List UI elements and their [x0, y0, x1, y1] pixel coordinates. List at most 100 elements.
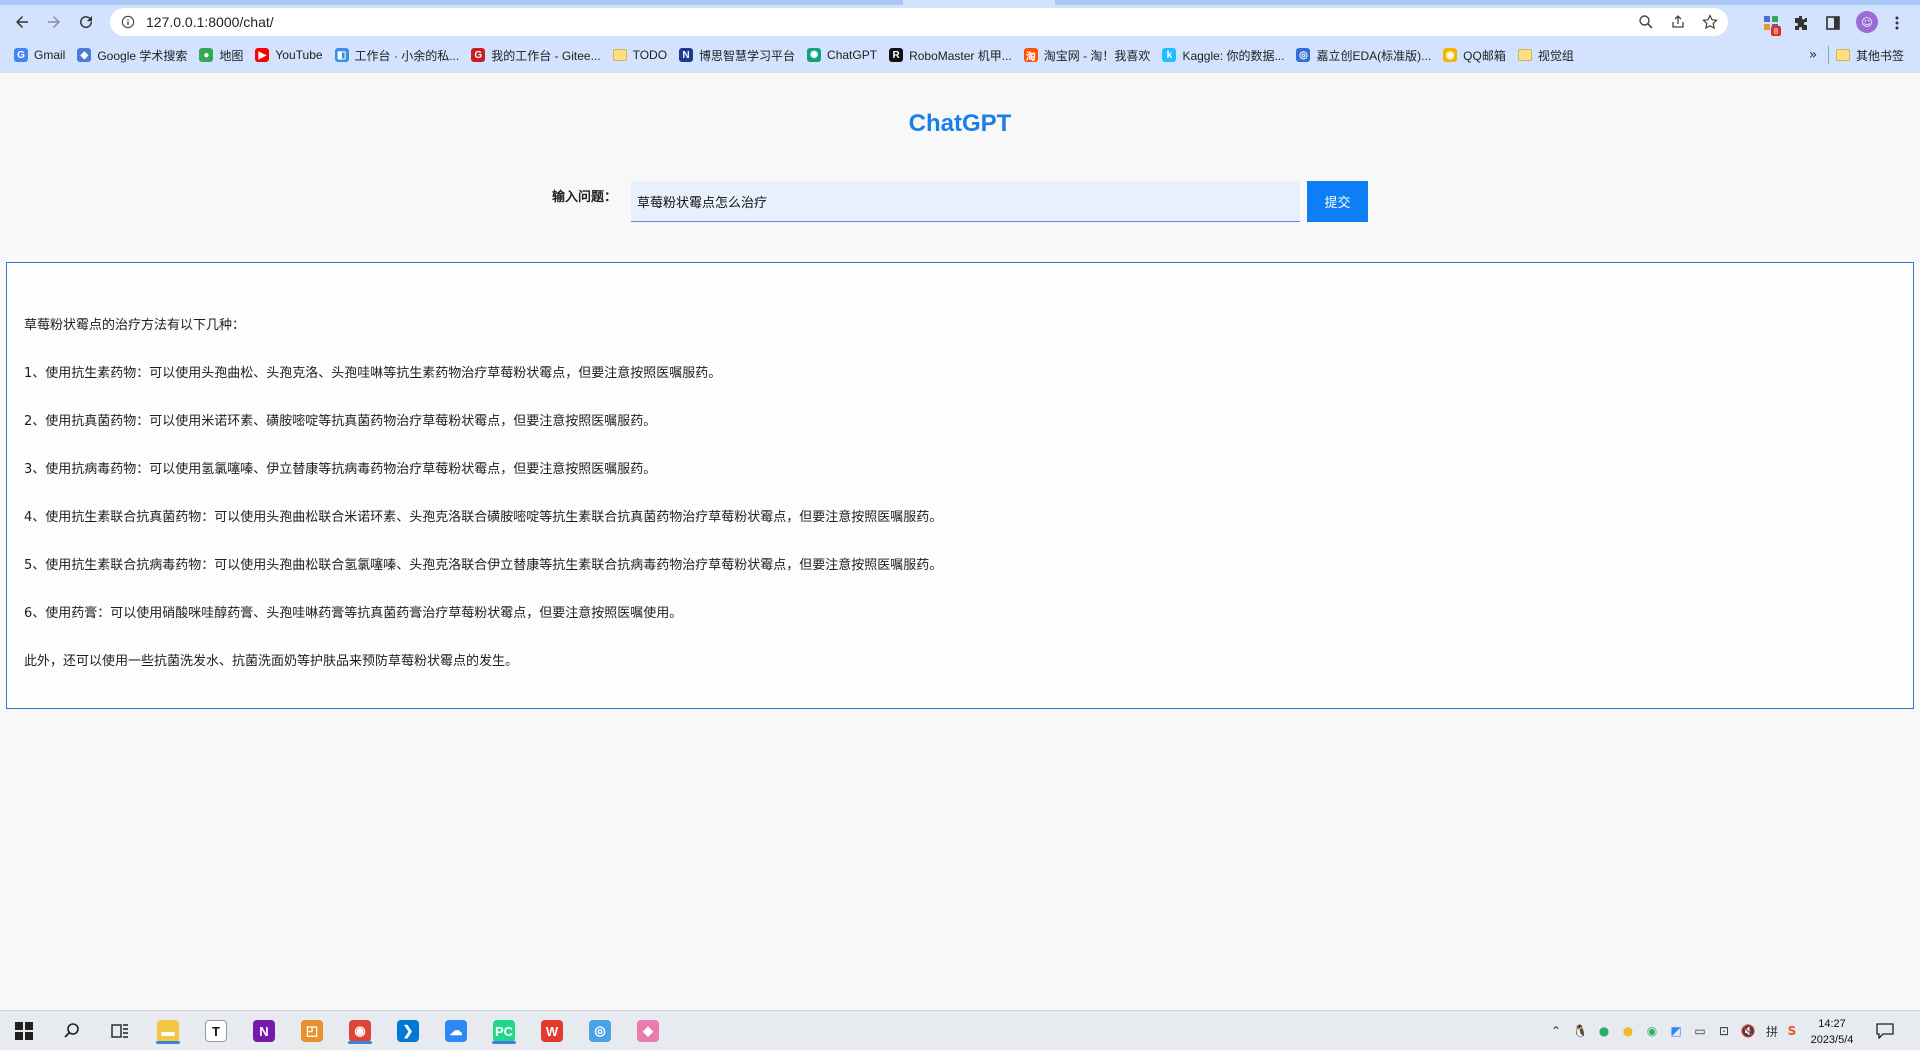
url-text: 127.0.0.1:8000/chat/: [146, 14, 274, 30]
pycharm-icon: PC: [493, 1020, 515, 1042]
network-app-icon[interactable]: ◩: [1668, 1023, 1684, 1039]
reload-icon: [80, 16, 93, 29]
bookmark-item[interactable]: R RoboMaster 机甲...: [883, 43, 1018, 67]
jlc-eda-icon: ◎: [1296, 48, 1311, 62]
reload-button[interactable]: [72, 8, 100, 36]
game-center-taskbar-button[interactable]: ◆: [634, 1017, 662, 1045]
folder-icon: [612, 49, 627, 61]
arrow-left-icon: [16, 16, 28, 28]
browser-app-taskbar-button[interactable]: ◎: [586, 1017, 614, 1045]
onenote-icon: N: [253, 1020, 275, 1042]
task-view-button[interactable]: [106, 1017, 134, 1045]
bookmark-label: YouTube: [275, 48, 323, 62]
side-panel-icon[interactable]: [1822, 12, 1844, 34]
other-bookmarks-folder[interactable]: 其他书签: [1836, 43, 1904, 67]
wps-taskbar-button[interactable]: W: [538, 1017, 566, 1045]
tray-overflow-icon[interactable]: ⌃: [1548, 1023, 1564, 1039]
windows-icon: [15, 1022, 33, 1040]
bookmark-item[interactable]: G 我的工作台 - Gitee...: [465, 43, 606, 67]
bookmark-item[interactable]: ◆ Google 学术搜索: [71, 43, 193, 67]
robomaster-icon: R: [889, 48, 904, 62]
bookmark-star-icon[interactable]: [1698, 10, 1722, 34]
profile-avatar[interactable]: ☺: [1856, 11, 1878, 33]
taskbar: ⌃ 🐧 ● ● ◉ ◩ ▭ ⊡ 🔇 拼 S 14:27 2023/5/4 ▬ T N…: [0, 1010, 1920, 1050]
office-taskbar-button[interactable]: ◰: [298, 1017, 326, 1045]
bookmark-label: 淘宝网 - 淘！我喜欢: [1043, 48, 1151, 63]
notification-button[interactable]: [1876, 1023, 1894, 1040]
bookmark-item[interactable]: ✺ ChatGPT: [801, 43, 883, 67]
bookmark-item[interactable]: 视觉组: [1512, 43, 1580, 67]
notification-icon: [1876, 1023, 1894, 1040]
address-bar[interactable]: 127.0.0.1:8000/chat/: [110, 8, 1728, 36]
battery-icon[interactable]: ▭: [1692, 1023, 1708, 1039]
baidu-netdisk-taskbar-button[interactable]: ☁: [442, 1017, 470, 1045]
forward-button[interactable]: [40, 8, 68, 36]
google-icon: G: [14, 48, 28, 62]
bookmark-label: 工作台 · 小余的私...: [354, 48, 460, 63]
kebab-menu-icon[interactable]: [1886, 12, 1908, 34]
answer-line: 2、使用抗真菌药物：可以使用米诺环素、磺胺嘧啶等抗真菌药物治疗草莓粉状霉点，但要…: [24, 414, 657, 429]
search-button[interactable]: [58, 1017, 86, 1045]
workspace-icon: ◧: [334, 48, 349, 62]
bookmark-item[interactable]: ● 地图: [193, 43, 249, 67]
bookmark-item[interactable]: TODO: [607, 43, 673, 67]
typora-icon: T: [205, 1020, 227, 1042]
zoom-icon[interactable]: [1634, 10, 1658, 34]
bookmarks-divider: [1828, 46, 1829, 64]
pycharm-taskbar-button[interactable]: PC: [490, 1017, 518, 1045]
office-icon: ◰: [301, 1020, 323, 1042]
network-icon[interactable]: ⊡: [1716, 1023, 1732, 1039]
question-input[interactable]: [631, 181, 1300, 222]
tray-app-icon[interactable]: ●: [1620, 1023, 1636, 1039]
clock[interactable]: 14:27 2023/5/4: [1800, 1016, 1864, 1048]
typora-taskbar-button[interactable]: T: [202, 1017, 230, 1045]
file-explorer-taskbar-button[interactable]: ▬: [154, 1017, 182, 1045]
onenote-taskbar-button[interactable]: N: [250, 1017, 278, 1045]
bookmark-item[interactable]: N 博思智慧学习平台: [673, 43, 801, 67]
share-icon[interactable]: [1666, 10, 1690, 34]
maps-pin-icon: ●: [199, 48, 214, 62]
answer-line: 4、使用抗生素联合抗真菌药物：可以使用头孢曲松联合米诺环素、头孢克洛联合磺胺嘧啶…: [24, 510, 943, 525]
bookmark-item[interactable]: G Gmail: [8, 43, 71, 67]
vscode-taskbar-button[interactable]: ❯: [394, 1017, 422, 1045]
bookmark-label: 博思智慧学习平台: [699, 48, 796, 63]
gitee-icon: G: [471, 48, 486, 62]
bookmark-label: Gmail: [34, 48, 66, 62]
file-explorer-icon: ▬: [157, 1020, 179, 1042]
answer-box: 草莓粉状霉点的治疗方法有以下几种： 1、使用抗生素药物：可以使用头孢曲松、头孢克洛…: [6, 262, 1914, 709]
bookmark-label: TODO: [632, 48, 668, 62]
folder-icon: [1836, 49, 1850, 61]
bookmark-item[interactable]: ◧ 工作台 · 小余的私...: [329, 43, 466, 67]
bookmark-item[interactable]: ▶ YouTube: [249, 43, 328, 67]
wechat-icon[interactable]: ●: [1596, 1023, 1612, 1039]
volume-muted-icon[interactable]: 🔇: [1740, 1023, 1756, 1039]
start-button[interactable]: [10, 1017, 38, 1045]
bookmark-label: 视觉组: [1537, 48, 1574, 63]
submit-button[interactable]: 提交: [1307, 181, 1368, 222]
clock-date: 2023/5/4: [1810, 1034, 1854, 1046]
sogou-icon[interactable]: S: [1784, 1023, 1800, 1039]
extension-badge: 8: [1771, 26, 1781, 36]
more-bookmarks-button[interactable]: »: [1806, 43, 1820, 67]
chrome-taskbar-button[interactable]: ◉: [346, 1017, 374, 1045]
game-center-icon: ◆: [637, 1020, 659, 1042]
extensions-puzzle-icon[interactable]: [1790, 12, 1812, 34]
qq-icon[interactable]: 🐧: [1572, 1023, 1588, 1039]
bookmark-label: Kaggle: 你的数据...: [1182, 48, 1285, 63]
youtube-icon: ▶: [255, 48, 270, 62]
bookmarks-bar: G Gmail ◆ Google 学术搜索 ● 地图 ▶ YouTube ◧ 工作台 · 小余的私…: [0, 43, 1920, 67]
bookmark-item[interactable]: 淘淘宝网 - 淘！我喜欢: [1018, 43, 1157, 67]
answer-text: 草莓粉状霉点的治疗方法有以下几种： 1、使用抗生素药物：可以使用头孢曲松、头孢克洛…: [24, 318, 1894, 702]
bookmark-item[interactable]: ◉ QQ邮箱: [1437, 43, 1512, 67]
active-app-indicator: [156, 1041, 180, 1044]
wechat-work-icon[interactable]: ◉: [1644, 1023, 1660, 1039]
folder-icon: [1517, 49, 1532, 61]
qqmail-icon: ◉: [1443, 48, 1458, 62]
back-button[interactable]: [8, 8, 36, 36]
bookmark-item[interactable]: ◎ 嘉立创EDA(标准版)...: [1290, 43, 1437, 67]
browser-toolbar: 127.0.0.1:8000/chat/ 8 ☺: [0, 5, 1920, 39]
input-method-icon[interactable]: 拼: [1764, 1023, 1780, 1039]
bookmark-item[interactable]: k Kaggle: 你的数据...: [1156, 43, 1290, 67]
scholar-icon: ◆: [77, 48, 92, 62]
site-info-icon[interactable]: [120, 14, 136, 30]
